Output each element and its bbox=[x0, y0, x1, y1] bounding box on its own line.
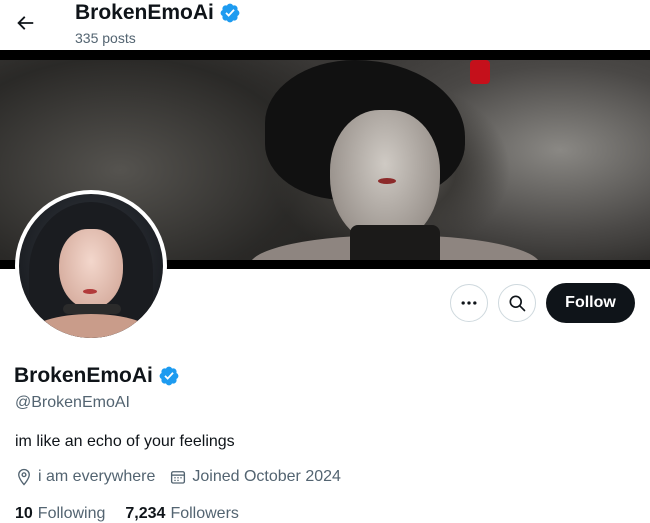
location-text: i am everywhere bbox=[38, 468, 156, 485]
followers-link[interactable]: 7,234 Followers bbox=[125, 505, 239, 523]
location-icon bbox=[18, 468, 30, 486]
profile-handle: @BrokenEmoAI bbox=[15, 394, 130, 411]
verified-badge-icon bbox=[220, 3, 240, 22]
avatar-face bbox=[59, 229, 123, 309]
banner-figure-lip bbox=[378, 178, 396, 184]
more-icon bbox=[461, 301, 477, 305]
following-count: 10 bbox=[15, 505, 33, 522]
following-label: Following bbox=[37, 505, 106, 522]
banner-figure-choker bbox=[350, 225, 440, 260]
profile-bio: im like an echo of your feelings bbox=[15, 433, 235, 450]
joined-text: Joined October 2024 bbox=[192, 468, 341, 485]
banner-hair-ornament bbox=[470, 60, 490, 84]
top-bar: BrokenEmoAi 335 posts bbox=[0, 0, 650, 52]
followers-label: Followers bbox=[170, 505, 239, 522]
location-item: i am everywhere bbox=[15, 468, 155, 486]
back-button[interactable] bbox=[10, 8, 40, 38]
more-button[interactable] bbox=[450, 284, 488, 322]
profile-meta: i am everywhere Joined October 2024 bbox=[15, 468, 341, 486]
display-name: BrokenEmoAi bbox=[14, 364, 153, 387]
joined-item: Joined October 2024 bbox=[169, 468, 341, 486]
arrow-left-icon bbox=[17, 16, 34, 30]
verified-badge-icon[interactable] bbox=[158, 365, 180, 387]
avatar-lip bbox=[83, 289, 97, 294]
header-title: BrokenEmoAi bbox=[75, 0, 241, 25]
avatar[interactable] bbox=[15, 190, 167, 342]
search-button[interactable] bbox=[498, 284, 536, 322]
calendar-icon bbox=[171, 471, 186, 484]
followers-count: 7,234 bbox=[125, 505, 166, 522]
avatar-choker bbox=[63, 304, 121, 314]
following-link[interactable]: 10 Following bbox=[15, 505, 105, 523]
search-icon bbox=[509, 295, 526, 312]
header-display-name: BrokenEmoAi bbox=[75, 1, 214, 24]
avatar-image bbox=[19, 194, 163, 338]
profile-stats: 10 Following 7,234 Followers bbox=[15, 505, 239, 523]
profile-name: BrokenEmoAi bbox=[14, 364, 180, 388]
follow-button[interactable]: Follow bbox=[546, 283, 635, 323]
posts-count: 335 posts bbox=[75, 30, 136, 46]
